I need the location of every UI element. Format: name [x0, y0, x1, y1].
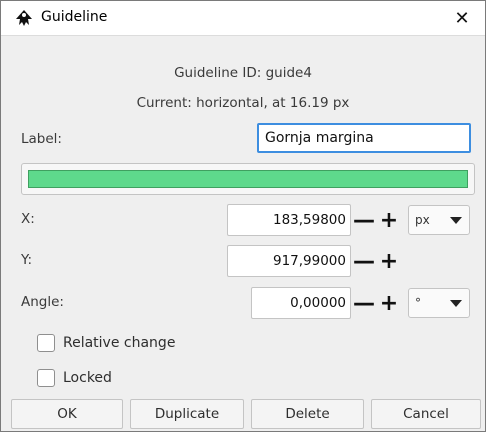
angle-decrement-button[interactable]: —: [352, 287, 376, 319]
guideline-dialog: Guideline ✕ Guideline ID: guide4 Current…: [0, 0, 486, 432]
angle-input[interactable]: 0,00000: [251, 287, 351, 319]
label-input[interactable]: Gornja margina: [257, 123, 471, 153]
inkscape-icon: [16, 10, 32, 26]
angle-unit-select-value: °: [415, 296, 421, 310]
close-icon: ✕: [454, 7, 470, 29]
angle-field-label: Angle:: [21, 294, 64, 310]
button-row: OK Duplicate Delete Cancel: [11, 399, 481, 429]
close-button[interactable]: ✕: [439, 1, 485, 35]
unit-select-value: px: [415, 213, 430, 227]
window-title: Guideline: [41, 9, 108, 25]
angle-increment-button[interactable]: +: [377, 287, 401, 319]
unit-select[interactable]: px: [408, 205, 470, 235]
angle-unit-select[interactable]: °: [408, 288, 470, 318]
locked-checkbox[interactable]: [37, 369, 55, 387]
x-input[interactable]: 183,59800: [227, 204, 351, 236]
delete-button[interactable]: Delete: [251, 399, 364, 429]
y-input[interactable]: 917,99000: [227, 245, 351, 277]
y-field-label: Y:: [21, 252, 33, 268]
cancel-button[interactable]: Cancel: [371, 399, 481, 429]
relative-change-checkbox[interactable]: [37, 334, 55, 352]
title-bar: Guideline ✕: [1, 1, 485, 36]
current-position-text: Current: horizontal, at 16.19 px: [136, 95, 350, 111]
ok-button[interactable]: OK: [11, 399, 123, 429]
x-decrement-button[interactable]: —: [352, 204, 376, 236]
chevron-down-icon: [450, 300, 462, 307]
label-field-label: Label:: [21, 131, 62, 147]
duplicate-button[interactable]: Duplicate: [130, 399, 244, 429]
x-field-label: X:: [21, 211, 35, 227]
color-button[interactable]: [21, 163, 475, 195]
x-increment-button[interactable]: +: [377, 204, 401, 236]
relative-change-label[interactable]: Relative change: [63, 334, 175, 352]
locked-label[interactable]: Locked: [63, 369, 112, 387]
chevron-down-icon: [450, 217, 462, 224]
color-swatch: [28, 170, 468, 188]
y-decrement-button[interactable]: —: [352, 245, 376, 277]
guideline-id-text: Guideline ID: guide4: [174, 65, 312, 81]
y-increment-button[interactable]: +: [377, 245, 401, 277]
